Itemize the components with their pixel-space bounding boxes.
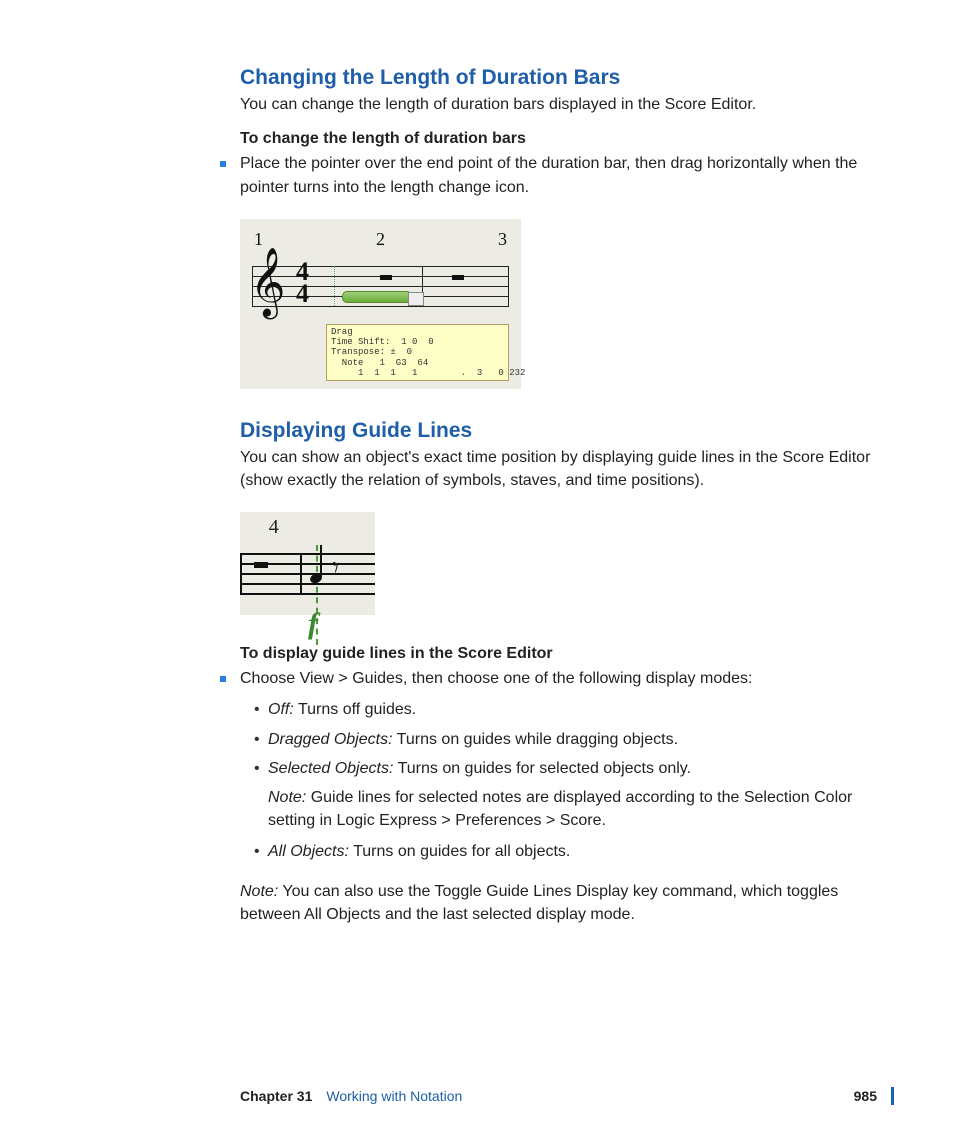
section1-intro: You can change the length of duration ba… <box>240 94 884 116</box>
mode-off: Off: Turns off guides. <box>254 698 884 721</box>
final-note: Note: You can also use the Toggle Guide … <box>240 880 884 926</box>
page-footer: Chapter 31 Working with Notation 985 <box>240 1087 894 1105</box>
section2-intro: You can show an object's exact time posi… <box>240 447 884 492</box>
figure-duration-bar: 1 2 3 𝄞 4 4 Drag Time Shift: <box>240 219 521 390</box>
bar-number: 4 <box>240 516 308 539</box>
page: Changing the Length of Duration Bars You… <box>0 0 954 1145</box>
rest-icon <box>380 275 392 280</box>
rest-icon <box>452 275 464 280</box>
length-change-cursor-icon <box>408 292 424 306</box>
chapter-label: Chapter 31 <box>240 1088 312 1104</box>
footer-accent-bar <box>891 1087 894 1105</box>
note-stem <box>320 545 322 577</box>
bar-number: 1 <box>254 229 263 250</box>
mode-dragged: Dragged Objects: Turns on guides while d… <box>254 728 884 751</box>
section1-bullet: Place the pointer over the end point of … <box>224 152 884 198</box>
section2-subhead: To display guide lines in the Score Edit… <box>240 645 884 663</box>
drag-tooltip: Drag Time Shift: 1 0 0 Transpose: ± 0 No… <box>326 324 509 382</box>
section1-subhead: To change the length of duration bars <box>240 130 884 148</box>
duration-bar <box>342 291 412 303</box>
mode-all: All Objects: Turns on guides for all obj… <box>254 840 884 863</box>
section2-title: Displaying Guide Lines <box>240 419 884 443</box>
staff: 𝄾 f <box>240 545 375 605</box>
nested-note: Note: Guide lines for selected notes are… <box>268 786 884 832</box>
time-signature: 4 4 <box>296 261 309 305</box>
section2-instruction-text: Choose View > Guides, then choose one of… <box>240 667 884 690</box>
section2-instruction: Choose View > Guides, then choose one of… <box>224 667 884 926</box>
bar-number: 2 <box>376 229 385 250</box>
treble-clef-icon: 𝄞 <box>250 252 285 312</box>
figure-guide-lines: 4 𝄾 f <box>240 512 375 615</box>
content-column: Changing the Length of Duration Bars You… <box>240 66 884 926</box>
rest-icon <box>254 562 268 568</box>
dynamic-forte: f <box>308 607 318 641</box>
section1-title: Changing the Length of Duration Bars <box>240 66 884 90</box>
eighth-rest-icon: 𝄾 <box>332 553 339 585</box>
position-guide <box>334 266 335 306</box>
mode-selected: Selected Objects: Turns on guides for se… <box>254 757 884 833</box>
bar-number: 3 <box>498 229 507 250</box>
staff: 𝄞 4 4 <box>252 258 509 318</box>
page-number: 985 <box>854 1088 877 1104</box>
chapter-title: Working with Notation <box>326 1088 462 1104</box>
section1-bullet-text: Place the pointer over the end point of … <box>240 152 884 198</box>
